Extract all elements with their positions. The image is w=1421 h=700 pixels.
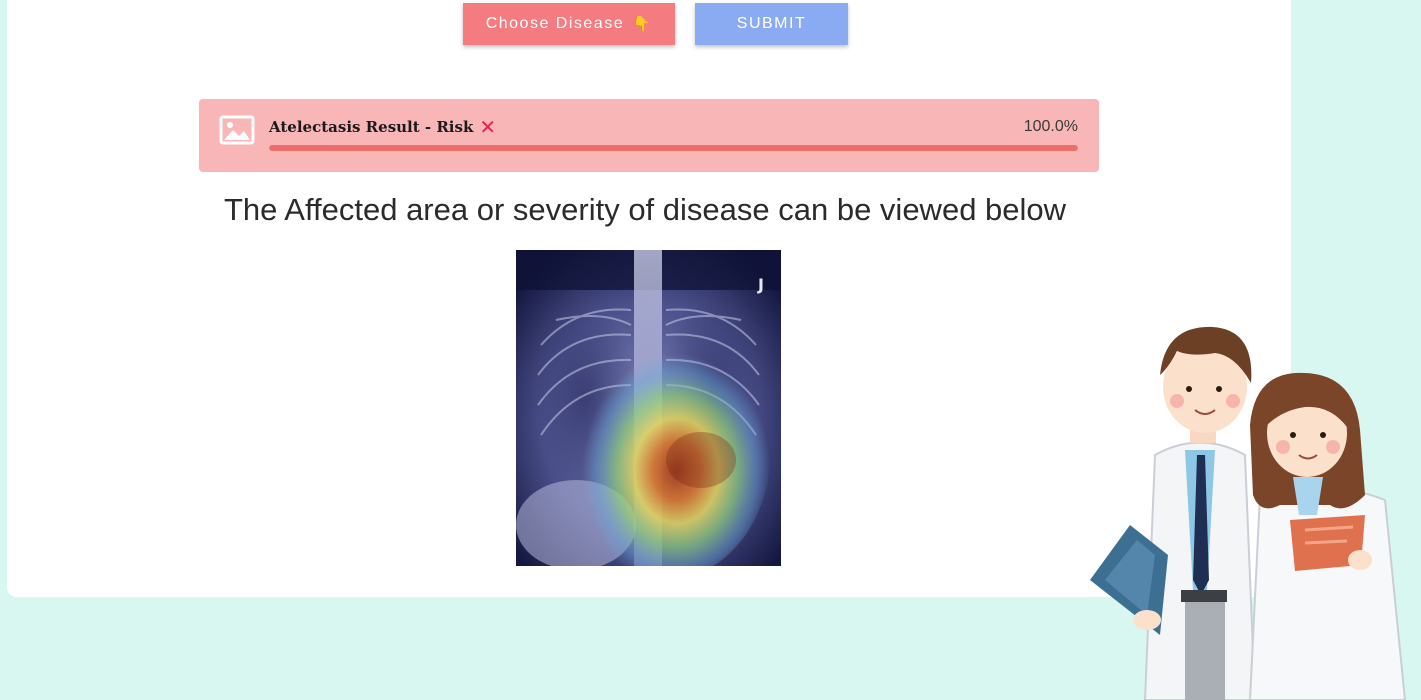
- risk-progress-fill: [269, 145, 1078, 151]
- choose-disease-button[interactable]: Choose Disease 👇: [463, 3, 675, 45]
- chest-xray-heatmap-image: J: [516, 250, 781, 566]
- result-title: Atelectasis Result - Risk: [269, 118, 474, 136]
- female-doctor-figure: [1248, 372, 1407, 700]
- male-doctor-figure: [1090, 326, 1257, 700]
- page-headline: The Affected area or severity of disease…: [223, 192, 1067, 227]
- x-icon: ✕: [479, 115, 497, 139]
- result-title-row: Atelectasis Result - Risk ✕: [269, 117, 496, 137]
- choose-disease-label: Choose Disease: [485, 15, 625, 32]
- result-percentage: 100.0%: [1023, 118, 1078, 135]
- pointing-down-icon: 👇: [632, 16, 653, 33]
- submit-button[interactable]: SUBMIT: [695, 3, 848, 45]
- xray-marker: J: [757, 275, 764, 294]
- result-panel: Atelectasis Result - Risk ✕ 100.0%: [199, 99, 1099, 172]
- doctors-illustration: [1090, 326, 1407, 700]
- image-icon: [219, 115, 255, 145]
- risk-progress-bar: [269, 145, 1078, 151]
